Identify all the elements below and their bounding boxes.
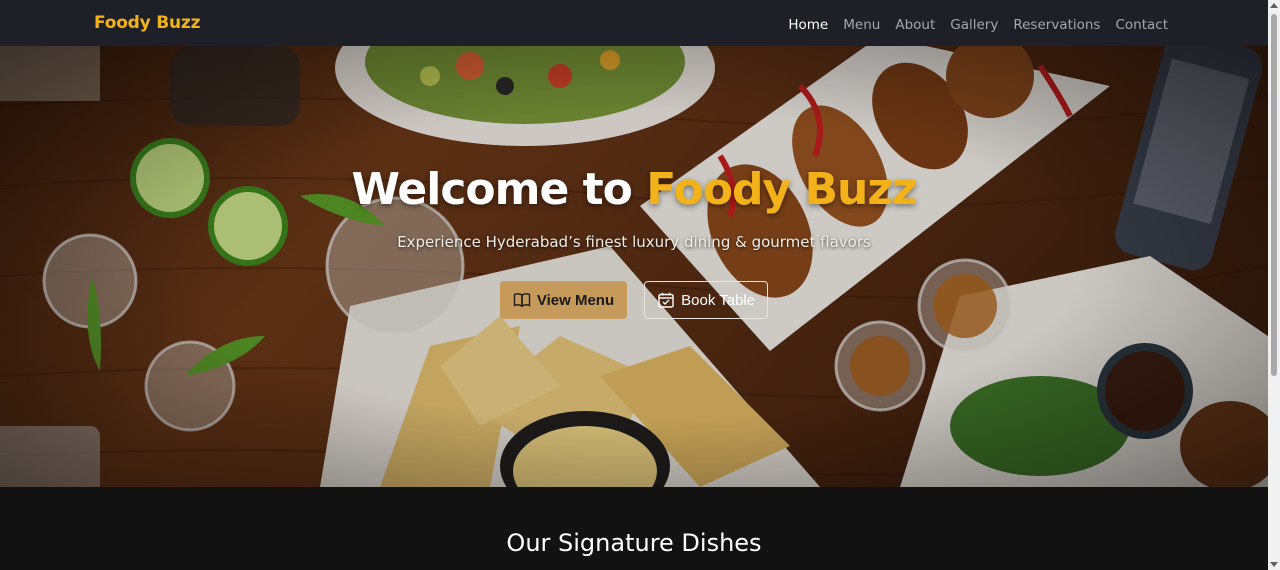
book-icon bbox=[513, 293, 531, 308]
navbar: Foody Buzz Home Menu About Gallery Reser… bbox=[0, 0, 1268, 46]
hero-content: Welcome to Foody Buzz Experience Hyderab… bbox=[0, 46, 1268, 487]
hero-section: Welcome to Foody Buzz Experience Hyderab… bbox=[0, 46, 1268, 487]
signature-dishes-section: Our Signature Dishes bbox=[0, 487, 1268, 570]
nav-link-reservations[interactable]: Reservations bbox=[1013, 17, 1100, 33]
hero-title-accent: Foody Buzz bbox=[646, 164, 917, 215]
nav-links: Home Menu About Gallery Reservations Con… bbox=[788, 14, 1168, 33]
page-scrollbar[interactable] bbox=[1268, 0, 1280, 570]
scroll-down-arrow-icon[interactable] bbox=[1270, 562, 1278, 567]
nav-link-about[interactable]: About bbox=[895, 17, 935, 33]
brand-logo[interactable]: Foody Buzz bbox=[94, 13, 201, 33]
hero-title-prefix: Welcome to bbox=[351, 164, 647, 215]
nav-link-home[interactable]: Home bbox=[788, 17, 828, 33]
view-menu-label: View Menu bbox=[536, 291, 615, 309]
hero-subtitle: Experience Hyderabad’s finest luxury din… bbox=[397, 233, 871, 251]
nav-link-menu[interactable]: Menu bbox=[843, 17, 880, 33]
view-menu-button[interactable]: View Menu bbox=[499, 281, 628, 319]
section-title: Our Signature Dishes bbox=[506, 529, 762, 557]
hero-title: Welcome to Foody Buzz bbox=[0, 164, 1268, 215]
scrollbar-thumb[interactable] bbox=[1271, 14, 1277, 376]
nav-link-gallery[interactable]: Gallery bbox=[950, 17, 998, 33]
scroll-up-arrow-icon[interactable] bbox=[1270, 3, 1278, 8]
calendar-icon bbox=[658, 292, 674, 308]
nav-link-contact[interactable]: Contact bbox=[1115, 17, 1168, 33]
hero-buttons: View Menu Book Table bbox=[0, 281, 1268, 319]
book-table-label: Book Table bbox=[681, 291, 756, 309]
book-table-button[interactable]: Book Table bbox=[644, 281, 769, 319]
